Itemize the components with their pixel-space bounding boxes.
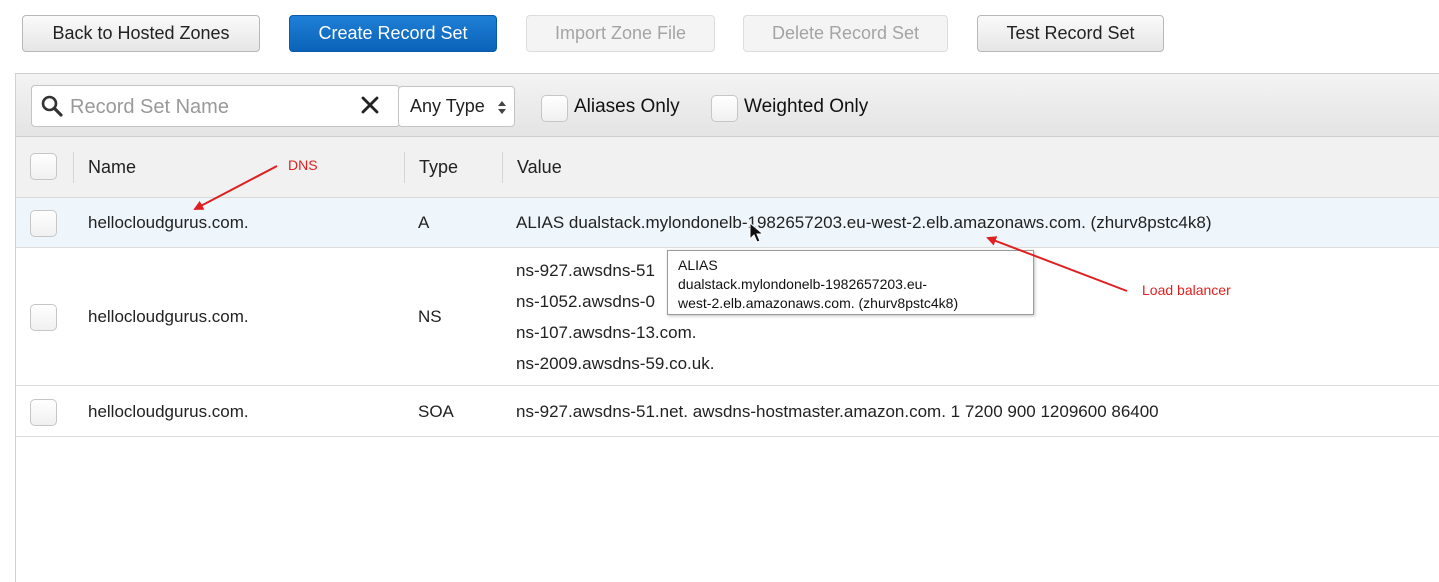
load-balancer-arrow xyxy=(986,236,1128,292)
load-balancer-annotation: Load balancer xyxy=(1142,282,1231,298)
dns-arrow xyxy=(193,165,278,210)
dns-annotation: DNS xyxy=(288,157,318,173)
